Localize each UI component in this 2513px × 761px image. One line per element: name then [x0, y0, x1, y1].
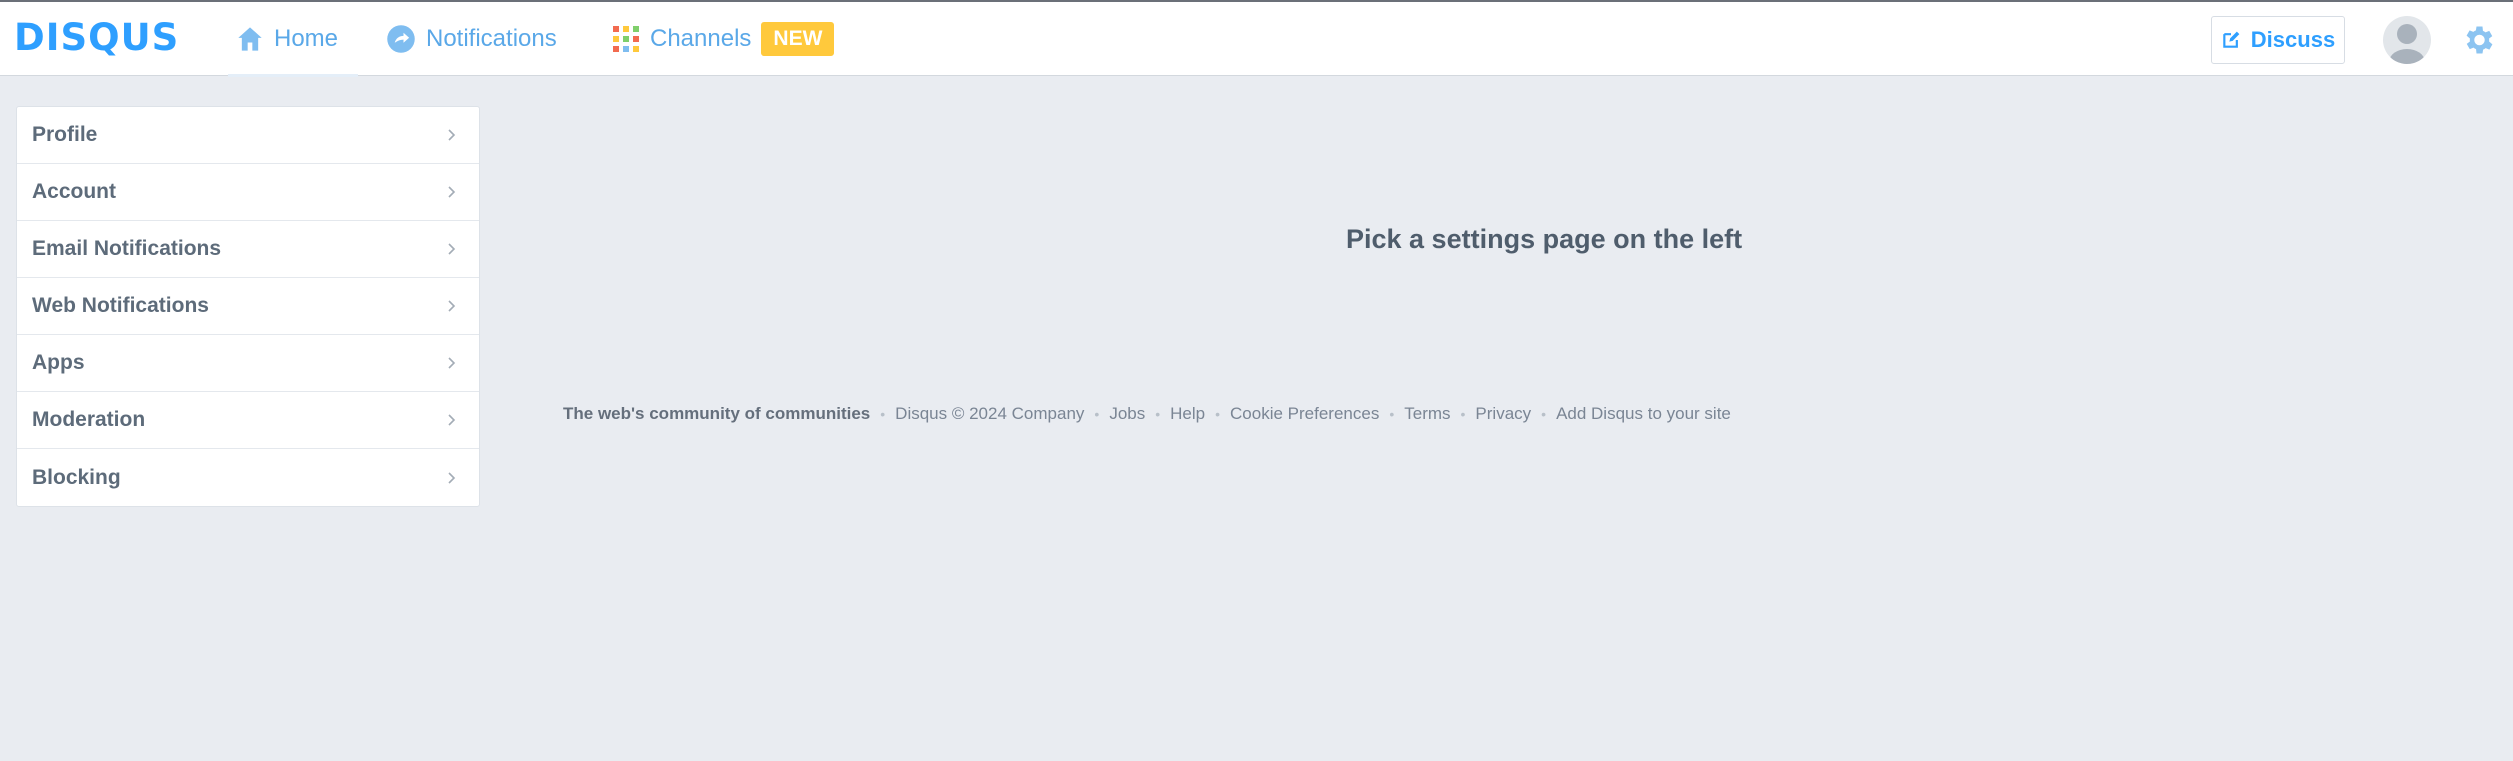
- sidebar-item-blocking[interactable]: Blocking: [17, 449, 479, 506]
- disqus-logo[interactable]: DISQUS: [14, 18, 179, 58]
- nav-notifications-label: Notifications: [426, 24, 557, 52]
- sidebar-item-label: Email Notifications: [32, 237, 222, 260]
- footer-separator: •: [1155, 406, 1161, 422]
- nav-channels-label: Channels: [650, 24, 752, 52]
- chevron-right-icon: [447, 242, 457, 256]
- chevron-right-icon: [447, 185, 457, 199]
- nav-notifications[interactable]: Notifications: [386, 2, 557, 75]
- footer-link-add-disqus[interactable]: Add Disqus to your site: [1556, 404, 1731, 424]
- footer-separator: •: [1541, 406, 1547, 422]
- sidebar-item-label: Apps: [32, 351, 85, 374]
- sidebar-item-label: Account: [32, 180, 116, 203]
- sidebar-item-profile[interactable]: Profile: [17, 107, 479, 164]
- nav-channels[interactable]: Channels NEW: [612, 2, 835, 75]
- sidebar-item-label: Blocking: [32, 465, 121, 489]
- chevron-right-icon: [447, 471, 457, 485]
- footer-link-cookie-preferences[interactable]: Cookie Preferences: [1230, 404, 1379, 424]
- nav-home-label: Home: [274, 24, 339, 52]
- sidebar-item-apps[interactable]: Apps: [17, 335, 479, 392]
- footer-link-help[interactable]: Help: [1170, 404, 1205, 424]
- footer-link-terms[interactable]: Terms: [1404, 404, 1450, 424]
- footer-tagline: The web's community of communities: [563, 404, 871, 423]
- footer: The web's community of communities • Dis…: [563, 404, 1731, 424]
- sidebar-item-moderation[interactable]: Moderation: [17, 392, 479, 449]
- chevron-right-icon: [447, 128, 457, 142]
- chevron-right-icon: [447, 356, 457, 370]
- home-icon: [236, 25, 264, 53]
- chevron-right-icon: [447, 299, 457, 313]
- footer-separator: •: [1215, 406, 1221, 422]
- sidebar-item-email-notifications[interactable]: Email Notifications: [17, 221, 479, 278]
- new-badge: NEW: [761, 21, 835, 56]
- sidebar-item-web-notifications[interactable]: Web Notifications: [17, 278, 479, 335]
- footer-separator: •: [1460, 406, 1466, 422]
- edit-icon: [2221, 30, 2241, 50]
- user-avatar[interactable]: [2383, 16, 2431, 64]
- footer-separator: •: [1389, 406, 1395, 422]
- chevron-right-icon: [447, 413, 457, 427]
- footer-link-privacy[interactable]: Privacy: [1475, 404, 1531, 424]
- discuss-label: Discuss: [2250, 27, 2336, 52]
- footer-link-copyright[interactable]: Disqus © 2024 Company: [895, 404, 1084, 424]
- footer-link-jobs[interactable]: Jobs: [1109, 404, 1145, 424]
- sidebar-item-account[interactable]: Account: [17, 164, 479, 221]
- top-navigation-bar: DISQUS Home Notifications Channels NEW D…: [0, 0, 2513, 77]
- notifications-icon: [386, 24, 416, 54]
- empty-state-message: Pick a settings page on the left: [1346, 224, 1743, 254]
- gear-icon[interactable]: [2460, 22, 2496, 58]
- footer-separator: •: [1094, 406, 1100, 422]
- sidebar-item-label: Web Notifications: [32, 294, 209, 317]
- sidebar-item-label: Profile: [32, 123, 98, 146]
- discuss-button[interactable]: Discuss: [2211, 16, 2345, 64]
- nav-home[interactable]: Home: [228, 2, 359, 77]
- settings-sidebar: Profile Account Email Notifications Web …: [16, 106, 480, 507]
- footer-separator: •: [880, 406, 886, 422]
- channels-grid-icon: [612, 25, 640, 53]
- sidebar-item-label: Moderation: [32, 408, 146, 431]
